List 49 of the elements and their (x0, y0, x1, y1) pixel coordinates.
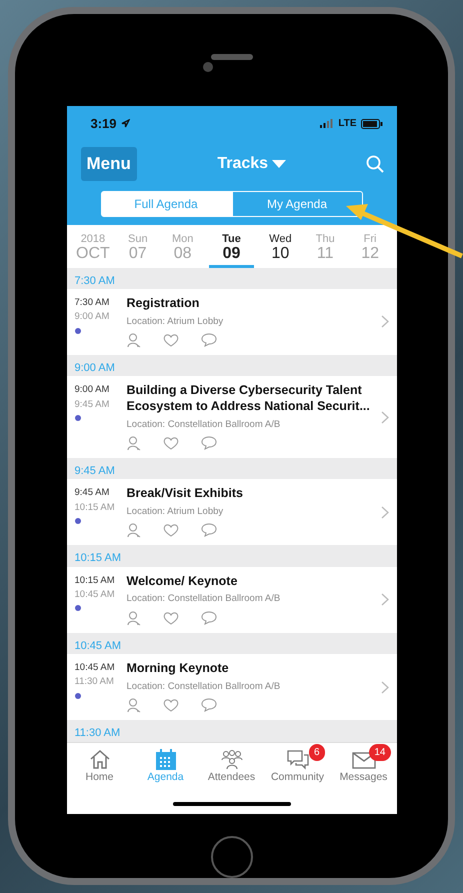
session-title: Welcome/ Keynote (126, 574, 238, 590)
notification-badge: 14 (369, 744, 390, 761)
section-time-header: 7:30 AM (66, 268, 396, 290)
session-location: Location: Constellation Ballroom A/B (126, 418, 282, 432)
segment-tab[interactable]: My Agenda (232, 191, 362, 217)
session-title: Morning Keynote (126, 661, 230, 677)
start-time: 10:15 AM (74, 574, 116, 588)
section-time-header: 9:45 AM (66, 458, 396, 480)
session-row[interactable]: 9:45 AM 10:15 AM Break/Visit Exhibits Location: Atrium Lobby (66, 479, 396, 546)
date-tab[interactable]: Fri 12 (348, 225, 393, 268)
date-tab[interactable]: Wed 10 (258, 225, 303, 268)
end-time: 10:45 AM (74, 588, 116, 602)
status-time: 3:19 (90, 114, 117, 133)
end-time: 11:30 AM (74, 675, 115, 690)
date-tab[interactable]: Sun 07 (115, 225, 160, 268)
section-time-header: 10:15 AM (66, 545, 396, 567)
notification-badge: 6 (308, 744, 324, 761)
start-time: 7:30 AM (74, 296, 110, 310)
segment-tab[interactable]: Full Agenda (100, 191, 232, 217)
session-location: Location: Constellation Ballroom A/B (126, 680, 282, 694)
session-row[interactable]: 10:45 AM 11:30 AM Morning Keynote Location: Constellation Ballroom A/B (66, 654, 396, 720)
session-location: Location: Constellation Ballroom A/B (126, 592, 282, 606)
tab-bar-item[interactable]: Home (66, 748, 132, 802)
start-time: 10:45 AM (74, 661, 116, 676)
network-label: LTE (338, 117, 356, 131)
tracks-dropdown[interactable]: Tracks (217, 152, 286, 176)
tab-bar-item[interactable]: Attendees (198, 748, 264, 802)
session-title: Break/Visit Exhibits (126, 486, 244, 502)
session-row[interactable]: 10:15 AM 10:45 AM Welcome/ Keynote Location: Constellation Ballroom A/B (66, 566, 396, 633)
session-location: Location: Atrium Lobby (126, 505, 224, 520)
date-tab[interactable]: Thu 11 (302, 225, 348, 268)
session-title: Registration (126, 296, 200, 312)
end-time: 9:45 AM (74, 398, 110, 412)
month-label: OCT (76, 245, 110, 263)
session-row[interactable]: 9:00 AM 9:45 AM Building a Diverse Cybersecurity Talent Ecosystem to Address National Securit... Location: Constellation Ballroom A/B (66, 376, 396, 458)
session-title: Building a Diverse Cybersecurity Talent Ecosystem to Address National Securit... (126, 383, 371, 415)
session-row[interactable]: 7:30 AM 9:00 AM Registration Location: Atrium Lobby (66, 289, 396, 355)
end-time: 9:00 AM (74, 310, 110, 324)
start-time: 9:00 AM (74, 383, 110, 398)
date-tab[interactable]: Mon 08 (160, 225, 206, 268)
section-time-header: 10:45 AM (66, 632, 396, 654)
menu-button[interactable]: Menu (80, 147, 137, 181)
end-time: 10:15 AM (74, 500, 116, 515)
section-time-header: 9:00 AM (66, 354, 396, 376)
year-label: 2018 (80, 233, 106, 246)
tab-bar-item[interactable]: Agenda (132, 748, 198, 802)
section-time-header: 11:30 AM (66, 720, 396, 742)
session-location: Location: Atrium Lobby (126, 314, 224, 329)
start-time: 9:45 AM (74, 486, 110, 500)
